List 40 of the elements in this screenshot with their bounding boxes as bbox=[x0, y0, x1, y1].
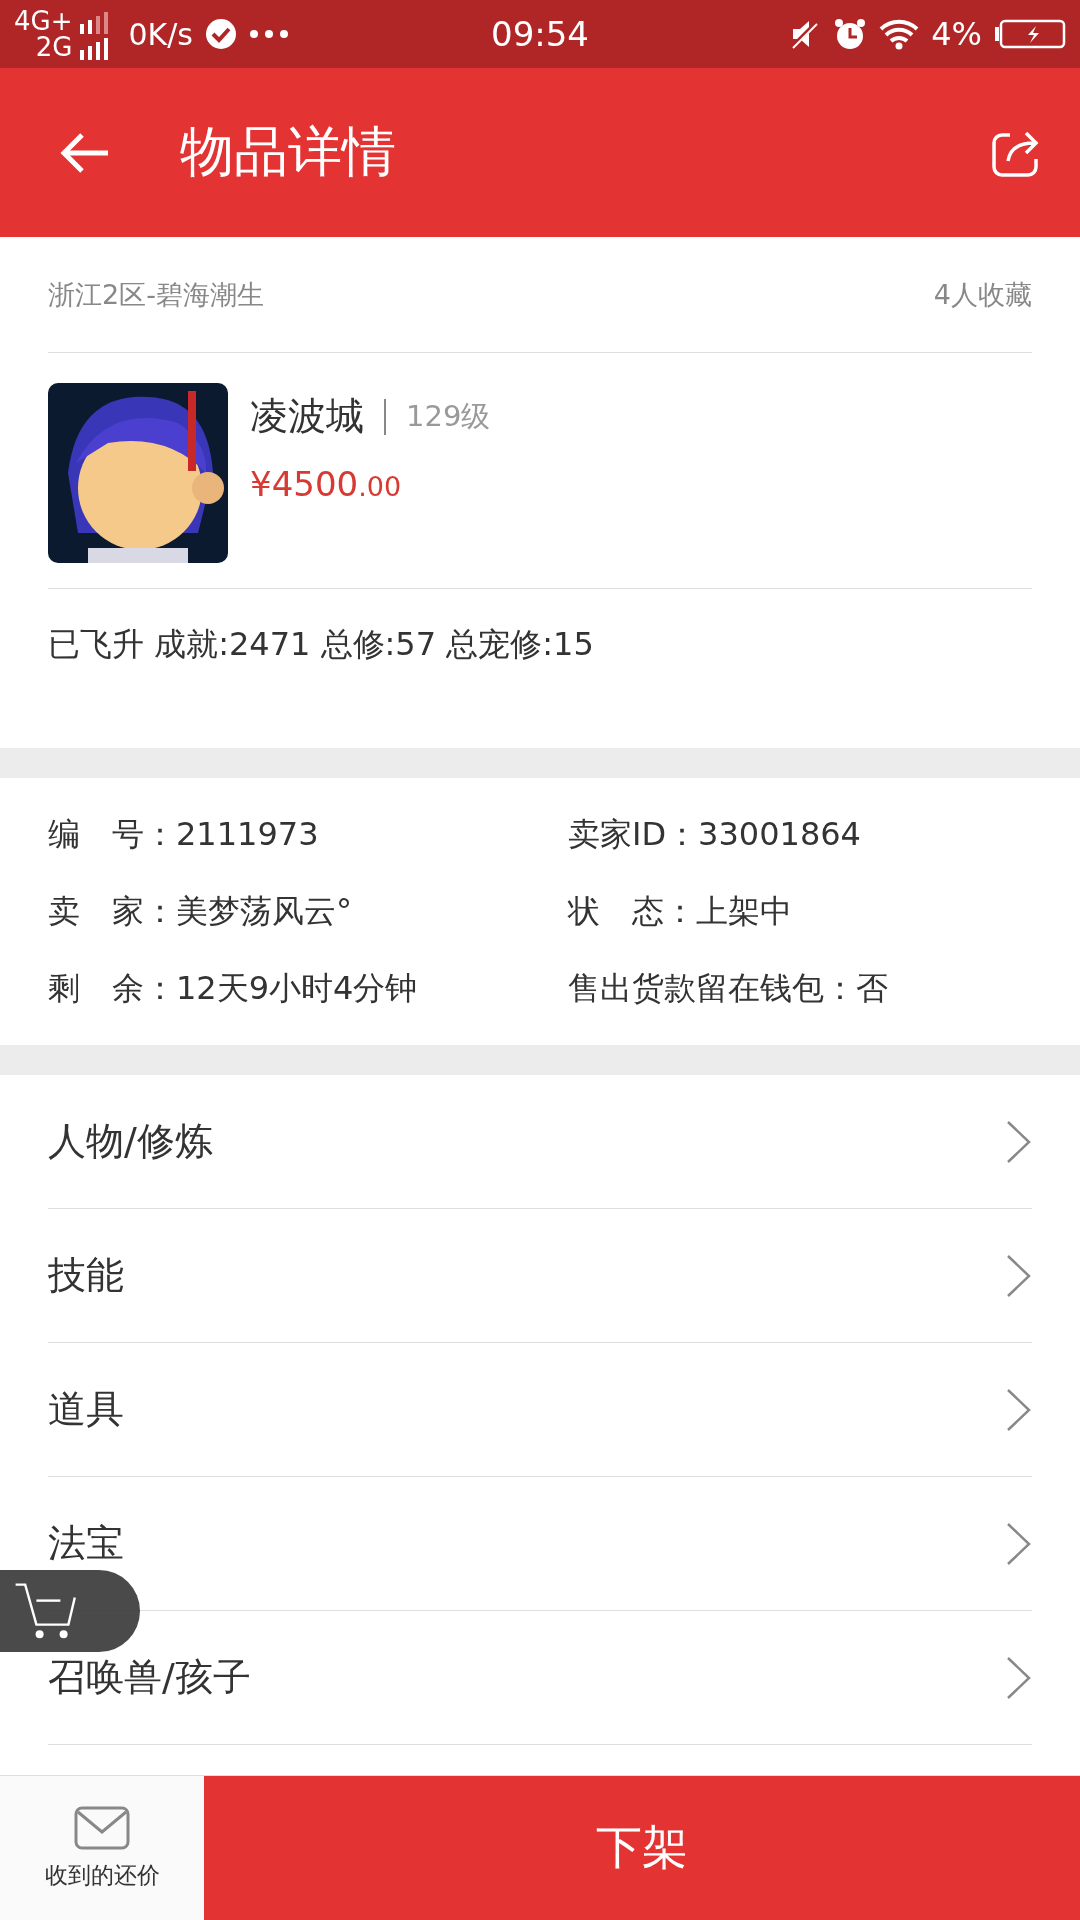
info-text: 编 号：2111973 bbox=[48, 814, 320, 855]
section-row[interactable]: 人物/修炼 bbox=[48, 1075, 1032, 1209]
signal-icon bbox=[78, 12, 109, 34]
info-text: 状 态：上架中 bbox=[568, 891, 793, 932]
more-icon bbox=[249, 29, 289, 39]
battery-icon bbox=[994, 19, 1066, 49]
section-row[interactable]: 技能 bbox=[48, 1209, 1032, 1343]
speed-text: 0K/s bbox=[128, 16, 193, 52]
server-name: 浙江2区-碧海潮生 bbox=[48, 277, 264, 312]
check-icon bbox=[205, 18, 237, 50]
signal-icon bbox=[78, 38, 109, 60]
info-text: 卖家ID：33001864 bbox=[568, 814, 862, 855]
clock: 09:54 bbox=[490, 14, 590, 54]
stats-text: 已飞升 成就:2471 总修:57 总宠修:15 bbox=[48, 624, 595, 665]
network-label: 2G bbox=[35, 34, 73, 60]
chevron-icon bbox=[1006, 1253, 1032, 1298]
chevron-icon bbox=[1006, 1521, 1032, 1566]
favorite-count: 4人收藏 bbox=[933, 277, 1032, 312]
alarm-icon bbox=[833, 17, 868, 51]
back-arrow-icon[interactable] bbox=[58, 130, 110, 175]
chevron-icon bbox=[1006, 1655, 1032, 1700]
offers-button[interactable]: 收到的还价 bbox=[0, 1776, 204, 1920]
cart-icon bbox=[14, 1581, 78, 1641]
mail-icon bbox=[74, 1805, 130, 1850]
info-text: 卖 家：美梦荡风云° bbox=[48, 891, 353, 932]
price: ¥4500 bbox=[250, 464, 359, 504]
battery-text: 4% bbox=[931, 15, 982, 53]
chevron-icon bbox=[1006, 1119, 1032, 1164]
price-cents: .00 bbox=[358, 471, 402, 502]
character-name: 凌波城 bbox=[250, 393, 364, 440]
info-text: 售出货款留在钱包：否 bbox=[568, 968, 889, 1009]
delist-button[interactable]: 下架 bbox=[204, 1776, 1080, 1920]
level-text: 129级 bbox=[406, 397, 491, 435]
info-text: 剩 余：12天9小时4分钟 bbox=[48, 968, 419, 1009]
chevron-icon bbox=[1006, 1387, 1032, 1432]
section-row[interactable]: 道具 bbox=[48, 1343, 1032, 1477]
wifi-icon bbox=[879, 18, 920, 50]
network-label: 4G+ bbox=[14, 8, 73, 34]
cart-button[interactable] bbox=[0, 1570, 140, 1652]
page-title: 物品详情 bbox=[180, 119, 396, 185]
